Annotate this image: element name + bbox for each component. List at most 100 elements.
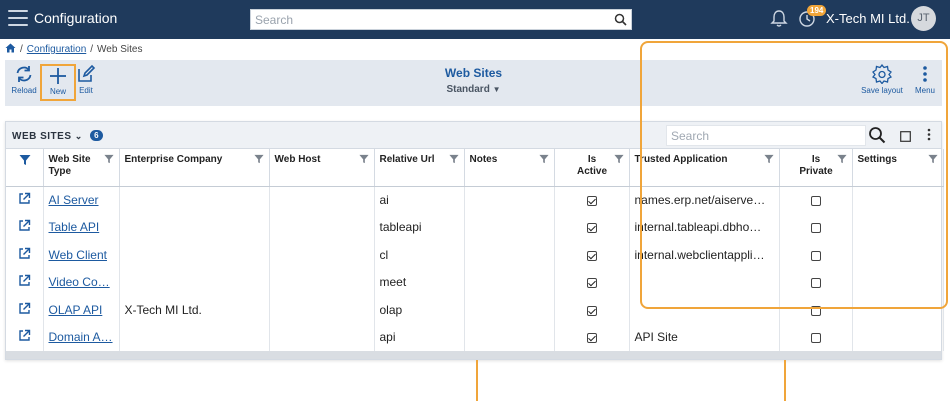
avatar[interactable]: JT [911,6,936,31]
column-header-enterprise-company[interactable]: Enterprise Company [119,149,270,187]
is-active-checkbox[interactable] [586,195,597,206]
grid-title[interactable]: WEB SITES ⌄ 6 [12,130,104,142]
column-filter-icon[interactable] [448,154,459,164]
open-record-cell [6,323,44,351]
bell-icon[interactable] [770,9,788,33]
caret-down-icon: ▼ [492,85,501,94]
open-external-icon[interactable] [18,247,31,263]
notification-badge: 194 [807,5,827,16]
table-row[interactable]: Domain A… api API Site [6,323,944,351]
horizontal-scrollbar[interactable] [6,351,941,359]
cell-settings [852,323,944,351]
cell-web-site-type: Web Client [43,241,120,269]
open-record-cell [6,213,44,241]
cell-enterprise-company [119,323,270,351]
open-record-cell [6,186,44,214]
cell-enterprise-company: X-Tech MI Ltd. [119,296,270,324]
column-filter-icon[interactable] [358,154,369,164]
highlight-callout-line [784,360,786,401]
column-filter-icon[interactable] [103,154,114,164]
column-header-notes[interactable]: Notes [464,149,555,187]
chevron-down-icon: ⌄ [74,131,83,141]
cell-web-host [269,186,375,214]
web-site-type-link[interactable]: Video Co… [49,275,110,289]
web-site-type-link[interactable]: AI Server [49,193,99,207]
app-title: Configuration [34,10,118,26]
column-label: Web Site Type [48,154,91,177]
filter-icon[interactable] [19,154,31,166]
highlight-callout-line [476,360,478,401]
web-site-type-link[interactable]: Web Client [49,248,107,262]
is-active-checkbox[interactable] [586,333,597,344]
is-active-checkbox[interactable] [586,278,597,289]
cell-relative-url: olap [374,296,465,324]
cell-web-host [269,268,375,296]
is-active-checkbox[interactable] [586,250,597,261]
company-name[interactable]: X-Tech MI Ltd. [826,11,910,26]
cell-relative-url: ai [374,186,465,214]
cell-web-site-type: Table API [43,213,120,241]
cell-is-active [554,268,630,296]
open-external-icon[interactable] [18,330,31,345]
filter-column-header[interactable] [6,149,44,187]
breadcrumb-separator: / [20,44,23,55]
top-bar: Configuration 194 X-Tech MI Ltd. JT [0,0,950,39]
cell-relative-url: meet [374,268,465,296]
cell-web-site-type: Video Co… [43,268,120,296]
cell-is-active [554,323,630,351]
open-external-icon[interactable] [18,275,31,290]
cell-notes [464,296,555,324]
cell-relative-url: cl [374,241,465,269]
web-site-type-link[interactable]: Table API [49,220,100,234]
column-header-is-active[interactable]: Is Active [554,149,630,187]
cell-relative-url: api [374,323,465,351]
column-filter-icon[interactable] [613,154,624,164]
hamburger-menu-icon[interactable] [8,10,28,28]
breadcrumb: / Configuration / Web Sites [5,43,142,56]
breadcrumb-separator: / [90,44,94,55]
column-header-web-host[interactable]: Web Host [269,149,375,187]
cell-enterprise-company [119,241,270,269]
home-icon[interactable] [5,43,16,56]
cell-web-host [269,241,375,269]
breadcrumb-configuration-link[interactable]: Configuration [27,44,86,55]
cell-notes [464,213,555,241]
cell-is-active [554,186,630,214]
is-private-checkbox[interactable] [810,333,821,344]
is-active-checkbox[interactable] [586,305,597,316]
web-site-type-link[interactable]: Domain A… [49,330,113,344]
cell-notes [464,323,555,351]
row-count-badge: 6 [90,130,104,141]
web-site-type-link[interactable]: OLAP API [49,303,103,317]
column-header-web-site-type[interactable]: Web Site Type [43,149,120,187]
column-label: Enterprise Company [124,154,223,165]
cell-web-host [269,323,375,351]
cell-trusted-application: API Site [629,323,780,351]
global-search[interactable] [250,9,632,30]
open-external-icon[interactable] [18,192,31,208]
cell-enterprise-company [119,213,270,241]
cell-web-host [269,213,375,241]
cell-is-active [554,296,630,324]
global-search-input[interactable] [251,10,601,29]
cell-enterprise-company [119,268,270,296]
open-record-cell [6,241,44,269]
open-external-icon[interactable] [18,302,31,318]
view-variant-label: Standard [446,84,490,95]
column-filter-icon[interactable] [538,154,549,164]
grid-title-text: WEB SITES [12,131,72,142]
cell-web-host [269,296,375,324]
cell-web-site-type: OLAP API [43,296,120,324]
open-record-cell [6,296,44,324]
open-external-icon[interactable] [18,220,31,235]
is-active-checkbox[interactable] [586,223,597,234]
search-icon[interactable] [614,13,627,31]
cell-is-private [779,323,853,351]
open-record-cell [6,268,44,296]
column-header-relative-url[interactable]: Relative Url [374,149,465,187]
breadcrumb-current: Web Sites [97,44,143,55]
cell-notes [464,268,555,296]
column-filter-icon[interactable] [253,154,264,164]
cell-relative-url: tableapi [374,213,465,241]
cell-web-site-type: AI Server [43,186,120,214]
